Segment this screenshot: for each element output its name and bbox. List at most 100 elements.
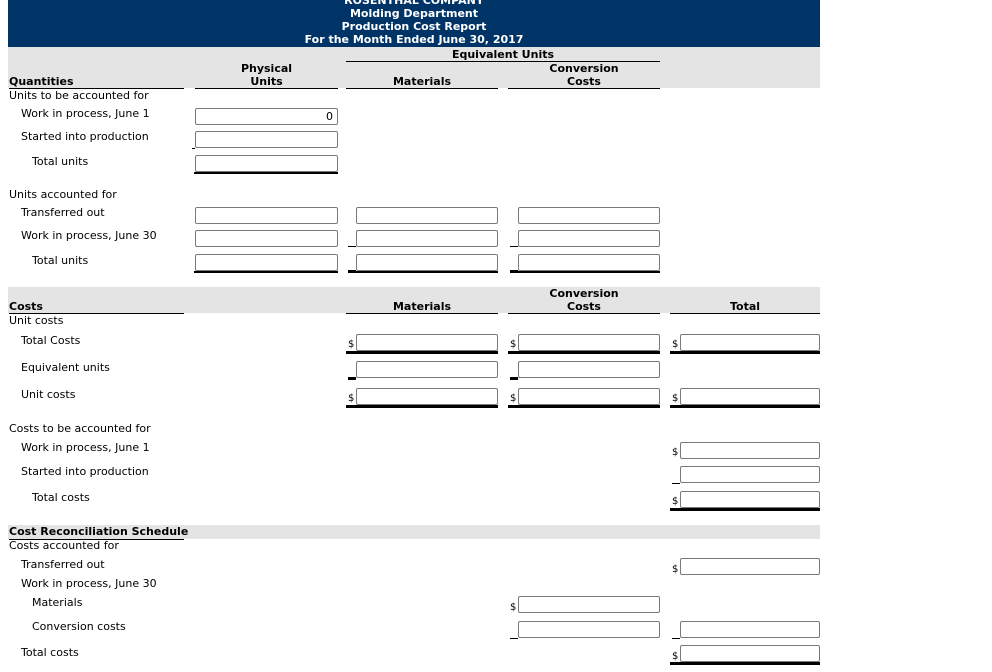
total-units-physical-input[interactable] — [195, 155, 338, 172]
total-underline — [670, 351, 820, 354]
dollar-sign: $ — [672, 564, 679, 575]
unit-costs-total-input[interactable] — [680, 388, 820, 405]
costs-heading: Costs — [9, 300, 43, 313]
cost-started-total-input[interactable] — [680, 466, 820, 483]
total-underline — [518, 271, 660, 273]
wip-june1-physical-input[interactable] — [195, 108, 338, 125]
total-costs-total-input[interactable] — [680, 334, 820, 351]
total-underline — [346, 351, 498, 354]
department-name: Molding Department — [349, 7, 479, 20]
row-label: Transferred out — [21, 206, 105, 219]
col-physical-line2: Units — [250, 75, 283, 88]
recon-conversion-costs-input[interactable] — [518, 621, 660, 638]
underline-marker — [672, 483, 680, 484]
col-equivalent-units: Equivalent Units — [451, 48, 555, 61]
total-underline — [670, 662, 820, 665]
dollar-sign: $ — [672, 339, 679, 350]
row-label: Total costs — [21, 646, 79, 659]
total-underline — [194, 271, 338, 273]
dollar-sign: $ — [510, 393, 517, 404]
row-label: Materials — [32, 596, 83, 609]
col-conversion-line1: Conversion — [549, 62, 619, 75]
wip-june30-label: Work in process, June 30 — [21, 577, 157, 590]
rule — [195, 88, 338, 89]
costs-accounted-label: Costs accounted for — [9, 539, 119, 552]
unit-costs-conversion-input[interactable] — [518, 388, 660, 405]
underline-marker — [510, 638, 518, 639]
total-costs-materials-input[interactable] — [356, 334, 498, 351]
dollar-sign: $ — [672, 651, 679, 662]
total-units-accounted-materials-input[interactable] — [356, 254, 498, 271]
cost-total-costs-input[interactable] — [680, 491, 820, 508]
recon-materials-input[interactable] — [518, 596, 660, 613]
total-costs-conversion-input[interactable] — [518, 334, 660, 351]
wip-june30-conversion-input[interactable] — [518, 230, 660, 247]
costs-col-conversion-line2: Costs — [567, 300, 601, 313]
row-label: Work in process, June 1 — [21, 107, 150, 120]
col-physical-line1: Physical — [240, 62, 293, 75]
dollar-sign: $ — [672, 393, 679, 404]
underline-marker — [348, 246, 356, 247]
quantities-heading: Quantities — [9, 75, 74, 88]
row-label: Equivalent units — [21, 361, 110, 374]
recon-total-costs-input[interactable] — [680, 645, 820, 662]
row-label: Total costs — [32, 491, 90, 504]
dollar-sign: $ — [348, 393, 355, 404]
total-units-accounted-conversion-input[interactable] — [518, 254, 660, 271]
transferred-out-materials-input[interactable] — [356, 207, 498, 224]
underline-marker — [510, 377, 518, 380]
underline-marker — [192, 148, 195, 149]
col-conversion-line2: Costs — [567, 75, 601, 88]
row-label: Total units — [32, 254, 89, 267]
total-underline — [356, 271, 498, 273]
recon-wip-total-input[interactable] — [680, 621, 820, 638]
transferred-out-physical-input[interactable] — [195, 207, 338, 224]
units-to-be-accounted-label: Units to be accounted for — [9, 89, 149, 102]
wip-june30-physical-input[interactable] — [195, 230, 338, 247]
costs-to-be-accounted-label: Costs to be accounted for — [9, 422, 151, 435]
costs-col-conversion-line1: Conversion — [549, 287, 619, 300]
dollar-sign: $ — [348, 339, 355, 350]
rule — [346, 313, 498, 314]
underline-marker — [510, 246, 518, 247]
equivalent-units-conversion-input[interactable] — [518, 361, 660, 378]
total-underline — [670, 405, 820, 408]
row-label: Started into production — [21, 130, 149, 143]
rule — [508, 88, 660, 89]
col-conversion-costs: Conversion Costs — [508, 62, 660, 88]
units-accounted-label: Units accounted for — [9, 188, 117, 201]
report-title: Production Cost Report — [341, 20, 487, 33]
underline-marker — [672, 638, 680, 639]
costs-col-conversion: Conversion Costs — [508, 287, 660, 313]
row-label: Total units — [32, 155, 89, 168]
wip-june30-materials-input[interactable] — [356, 230, 498, 247]
rule — [670, 313, 820, 314]
total-underline — [670, 508, 820, 511]
company-name: ROSENTHAL COMPANY — [344, 0, 484, 7]
costs-col-total: Total — [729, 300, 761, 313]
unit-costs-materials-input[interactable] — [356, 388, 498, 405]
report-period: For the Month Ended June 30, 2017 — [304, 33, 524, 46]
row-label: Work in process, June 1 — [21, 441, 150, 454]
rule — [346, 88, 498, 89]
row-label: Total Costs — [21, 334, 81, 347]
transferred-out-conversion-input[interactable] — [518, 207, 660, 224]
started-physical-input[interactable] — [195, 131, 338, 148]
row-label: Transferred out — [21, 558, 105, 571]
report-header: ROSENTHAL COMPANY Molding Department Pro… — [8, 0, 820, 47]
col-physical-units: Physical Units — [195, 62, 338, 88]
row-label: Started into production — [21, 465, 149, 478]
unit-costs-label: Unit costs — [9, 314, 64, 327]
row-label: Work in process, June 30 — [21, 229, 157, 242]
rule — [508, 313, 660, 314]
costs-col-materials: Materials — [392, 300, 452, 313]
recon-transferred-out-total-input[interactable] — [680, 558, 820, 575]
col-materials: Materials — [392, 75, 452, 88]
dollar-sign: $ — [672, 447, 679, 458]
dollar-sign: $ — [672, 496, 679, 507]
underline-marker — [348, 377, 356, 380]
equivalent-units-materials-input[interactable] — [356, 361, 498, 378]
cost-wip-june1-total-input[interactable] — [680, 442, 820, 459]
row-label: Unit costs — [21, 388, 76, 401]
total-units-accounted-physical-input[interactable] — [195, 254, 338, 271]
